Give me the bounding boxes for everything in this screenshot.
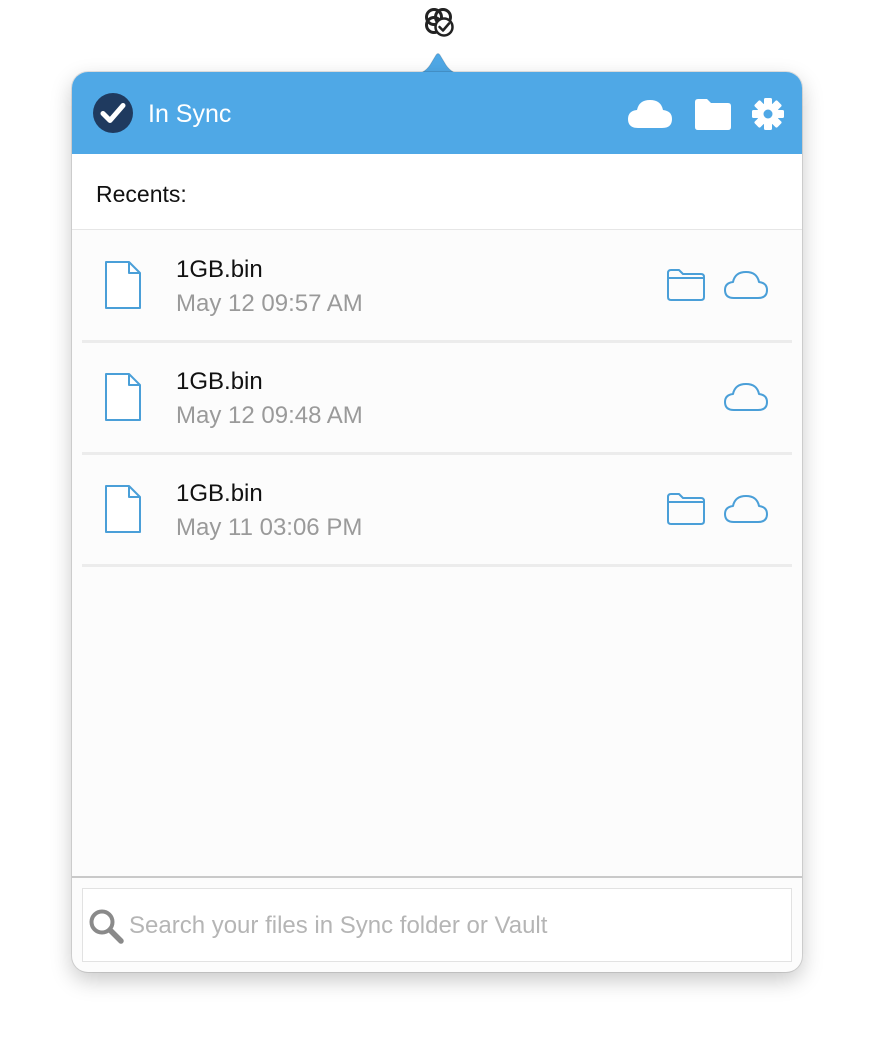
show-in-folder-button[interactable] xyxy=(666,492,706,526)
search-input[interactable] xyxy=(127,905,771,947)
sync-popover: In Sync Recents: 1GB.bin May 12 09:57 AM… xyxy=(72,72,802,972)
file-date: May 12 09:57 AM xyxy=(176,290,363,317)
recent-file-row[interactable]: 1GB.bin May 12 09:57 AM xyxy=(82,230,792,343)
gear-icon xyxy=(752,98,784,130)
cloud-icon xyxy=(628,100,672,128)
cloud-outline-icon xyxy=(724,383,768,411)
file-icon xyxy=(104,372,142,422)
recents-label: Recents: xyxy=(96,181,187,207)
recents-header: Recents: xyxy=(72,154,802,230)
file-date: May 12 09:48 AM xyxy=(176,402,363,429)
popover-arrow xyxy=(413,46,463,75)
recent-file-row[interactable]: 1GB.bin May 11 03:06 PM xyxy=(82,454,792,567)
file-name: 1GB.bin xyxy=(176,480,263,507)
folder-outline-icon xyxy=(667,269,705,301)
footer-divider xyxy=(72,876,802,878)
cloud-outline-icon xyxy=(724,495,768,523)
settings-button[interactable] xyxy=(748,94,788,134)
show-in-folder-button[interactable] xyxy=(666,268,706,302)
sync-status-label: In Sync xyxy=(148,100,232,128)
search-box xyxy=(82,888,792,962)
open-sync-folder-button[interactable] xyxy=(692,94,734,134)
file-name: 1GB.bin xyxy=(176,368,263,395)
search-icon xyxy=(87,907,125,945)
folder-icon xyxy=(695,99,731,130)
view-on-web-button[interactable] xyxy=(722,492,770,526)
sync-tray-icon[interactable] xyxy=(420,4,458,40)
check-circle-icon xyxy=(92,92,134,134)
view-on-web-button[interactable] xyxy=(722,380,770,414)
folder-outline-icon xyxy=(667,493,705,525)
file-icon xyxy=(104,260,142,310)
cloud-outline-icon xyxy=(724,271,768,299)
file-name: 1GB.bin xyxy=(176,256,263,283)
recent-file-row[interactable]: 1GB.bin May 12 09:48 AM xyxy=(82,342,792,455)
file-date: May 11 03:06 PM xyxy=(176,514,363,541)
open-web-panel-button[interactable] xyxy=(626,94,674,134)
file-icon xyxy=(104,484,142,534)
view-on-web-button[interactable] xyxy=(722,268,770,302)
header-bar: In Sync xyxy=(72,72,802,154)
